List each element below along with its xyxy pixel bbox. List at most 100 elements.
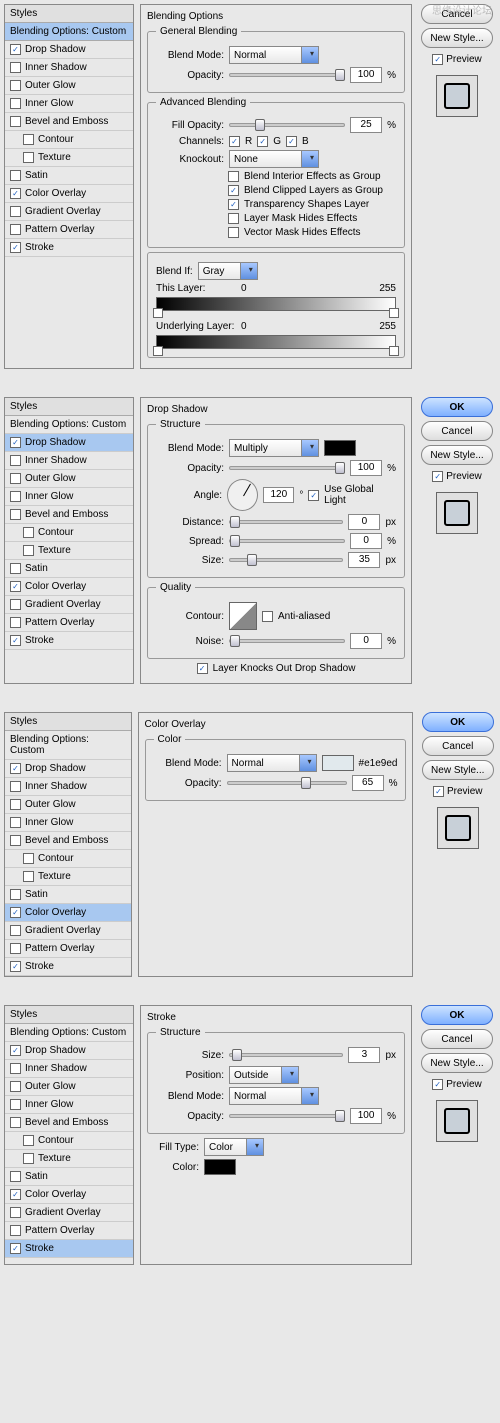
style-texture[interactable]: Texture xyxy=(5,868,131,886)
style-texture[interactable]: Texture xyxy=(5,542,133,560)
checkbox-icon[interactable] xyxy=(23,853,34,864)
style-drop-shadow[interactable]: Drop Shadow xyxy=(5,41,133,59)
opacity-slider[interactable] xyxy=(229,1114,345,1118)
style-inner-shadow[interactable]: Inner Shadow xyxy=(5,59,133,77)
checkbox-icon[interactable] xyxy=(10,907,21,918)
position-dropdown[interactable]: Outside xyxy=(229,1066,299,1084)
new-style-button[interactable]: New Style... xyxy=(422,760,494,780)
size-input[interactable]: 35 xyxy=(348,552,380,568)
style-bevel[interactable]: Bevel and Emboss xyxy=(5,113,133,131)
checkbox-icon[interactable] xyxy=(23,152,34,163)
style-contour[interactable]: Contour xyxy=(5,131,133,149)
style-outer-glow[interactable]: Outer Glow xyxy=(5,77,133,95)
checkbox-icon[interactable] xyxy=(10,188,21,199)
ok-button[interactable]: OK xyxy=(421,397,493,417)
checkbox-icon[interactable] xyxy=(10,116,21,127)
style-outer-glow[interactable]: Outer Glow xyxy=(5,796,131,814)
opacity-input[interactable]: 100 xyxy=(350,67,382,83)
preview-checkbox[interactable] xyxy=(432,471,443,482)
style-satin[interactable]: Satin xyxy=(5,886,131,904)
antialiased-checkbox[interactable] xyxy=(262,611,273,622)
style-bevel[interactable]: Bevel and Emboss xyxy=(5,832,131,850)
style-stroke[interactable]: Stroke xyxy=(5,632,133,650)
style-gradient-overlay[interactable]: Gradient Overlay xyxy=(5,922,131,940)
checkbox-icon[interactable] xyxy=(10,617,21,628)
checkbox-icon[interactable] xyxy=(10,1081,21,1092)
opacity-slider[interactable] xyxy=(227,781,347,785)
checkbox-icon[interactable] xyxy=(10,635,21,646)
style-inner-glow[interactable]: Inner Glow xyxy=(5,814,131,832)
fill-opacity-input[interactable]: 25 xyxy=(350,117,382,133)
checkbox-icon[interactable] xyxy=(10,455,21,466)
style-bevel[interactable]: Bevel and Emboss xyxy=(5,506,133,524)
angle-input[interactable]: 120 xyxy=(263,487,294,503)
style-drop-shadow[interactable]: Drop Shadow xyxy=(5,1042,133,1060)
checkbox-icon[interactable] xyxy=(10,509,21,520)
opt2-checkbox[interactable] xyxy=(228,185,239,196)
style-pattern-overlay[interactable]: Pattern Overlay xyxy=(5,940,131,958)
checkbox-icon[interactable] xyxy=(10,473,21,484)
preview-checkbox[interactable] xyxy=(432,54,443,65)
opacity-input[interactable]: 100 xyxy=(350,460,382,476)
style-color-overlay[interactable]: Color Overlay xyxy=(5,578,133,596)
spread-slider[interactable] xyxy=(229,539,345,543)
opt5-checkbox[interactable] xyxy=(228,227,239,238)
checkbox-icon[interactable] xyxy=(10,206,21,217)
checkbox-icon[interactable] xyxy=(10,1243,21,1254)
checkbox-icon[interactable] xyxy=(10,98,21,109)
opacity-slider[interactable] xyxy=(229,73,345,77)
color-swatch[interactable] xyxy=(324,440,356,456)
checkbox-icon[interactable] xyxy=(10,781,21,792)
checkbox-icon[interactable] xyxy=(10,170,21,181)
global-light-checkbox[interactable] xyxy=(308,490,319,501)
style-gradient-overlay[interactable]: Gradient Overlay xyxy=(5,1204,133,1222)
checkbox-icon[interactable] xyxy=(10,943,21,954)
checkbox-icon[interactable] xyxy=(10,491,21,502)
style-drop-shadow[interactable]: Drop Shadow xyxy=(5,434,133,452)
blending-options-item[interactable]: Blending Options: Custom xyxy=(5,416,133,434)
style-inner-glow[interactable]: Inner Glow xyxy=(5,1096,133,1114)
checkbox-icon[interactable] xyxy=(23,1153,34,1164)
blending-options-item[interactable]: Blending Options: Custom xyxy=(5,23,133,41)
opacity-slider[interactable] xyxy=(229,466,345,470)
opacity-input[interactable]: 65 xyxy=(352,775,384,791)
checkbox-icon[interactable] xyxy=(10,563,21,574)
blend-mode-dropdown[interactable]: Normal xyxy=(227,754,317,772)
color-swatch[interactable] xyxy=(322,755,354,771)
blend-mode-dropdown[interactable]: Multiply xyxy=(229,439,319,457)
style-color-overlay[interactable]: Color Overlay xyxy=(5,185,133,203)
channel-b-checkbox[interactable] xyxy=(286,136,297,147)
checkbox-icon[interactable] xyxy=(23,134,34,145)
style-stroke[interactable]: Stroke xyxy=(5,239,133,257)
style-color-overlay[interactable]: Color Overlay xyxy=(5,1186,133,1204)
style-satin[interactable]: Satin xyxy=(5,167,133,185)
checkbox-icon[interactable] xyxy=(10,242,21,253)
noise-input[interactable]: 0 xyxy=(350,633,382,649)
opt1-checkbox[interactable] xyxy=(228,171,239,182)
fill-opacity-slider[interactable] xyxy=(229,123,345,127)
style-drop-shadow[interactable]: Drop Shadow xyxy=(5,760,131,778)
style-inner-glow[interactable]: Inner Glow xyxy=(5,488,133,506)
style-inner-shadow[interactable]: Inner Shadow xyxy=(5,1060,133,1078)
checkbox-icon[interactable] xyxy=(10,437,21,448)
checkbox-icon[interactable] xyxy=(10,581,21,592)
opt4-checkbox[interactable] xyxy=(228,213,239,224)
underlying-gradient[interactable] xyxy=(156,335,396,349)
checkbox-icon[interactable] xyxy=(10,1063,21,1074)
style-gradient-overlay[interactable]: Gradient Overlay xyxy=(5,596,133,614)
size-slider[interactable] xyxy=(229,1053,343,1057)
blend-if-dropdown[interactable]: Gray xyxy=(198,262,258,280)
style-color-overlay[interactable]: Color Overlay xyxy=(5,904,131,922)
opacity-input[interactable]: 100 xyxy=(350,1108,382,1124)
color-swatch[interactable] xyxy=(204,1159,236,1175)
style-outer-glow[interactable]: Outer Glow xyxy=(5,470,133,488)
blend-mode-dropdown[interactable]: Normal xyxy=(229,1087,319,1105)
style-inner-shadow[interactable]: Inner Shadow xyxy=(5,452,133,470)
style-texture[interactable]: Texture xyxy=(5,1150,133,1168)
style-pattern-overlay[interactable]: Pattern Overlay xyxy=(5,1222,133,1240)
style-contour[interactable]: Contour xyxy=(5,850,131,868)
style-stroke[interactable]: Stroke xyxy=(5,958,131,976)
new-style-button[interactable]: New Style... xyxy=(421,1053,493,1073)
checkbox-icon[interactable] xyxy=(10,1099,21,1110)
knockout-dropdown[interactable]: None xyxy=(229,150,319,168)
